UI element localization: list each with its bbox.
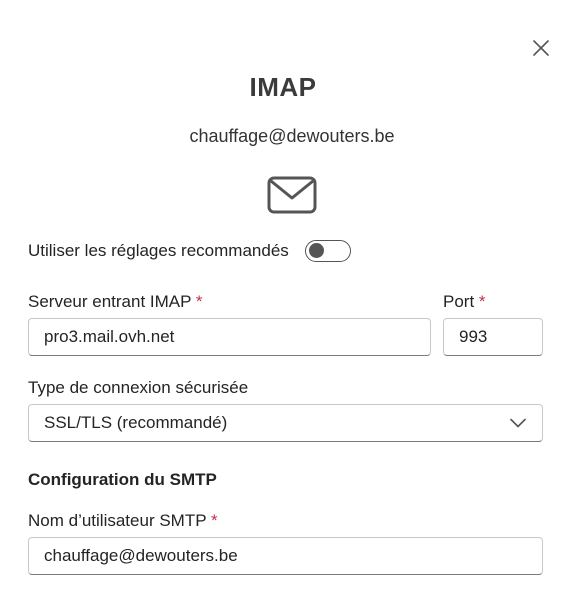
incoming-server-label: Serveur entrant IMAP * [28,292,203,312]
port-value: 993 [459,327,488,346]
toggle-knob [308,243,324,258]
recommended-settings-toggle[interactable] [304,240,351,262]
smtp-section-title: Configuration du SMTP [28,470,217,489]
port-label-text: Port [443,292,475,311]
account-email: chauffage@dewouters.be [189,126,395,146]
security-type-select[interactable]: SSL/TLS (recommandé) [28,404,543,442]
smtp-username-value: chauffage@dewouters.be [44,546,238,565]
required-mark: * [210,511,218,530]
smtp-username-label: Nom d’utilisateur SMTP * [28,511,218,531]
required-mark: * [195,292,203,311]
mail-envelope-icon [267,176,317,214]
incoming-server-value: pro3.mail.ovh.net [44,327,175,346]
port-input[interactable]: 993 [443,318,543,356]
required-mark: * [478,292,486,311]
chevron-down-icon [510,418,526,428]
dialog-title: IMAP [249,72,317,102]
incoming-server-label-text: Serveur entrant IMAP [28,292,192,311]
smtp-username-label-text: Nom d’utilisateur SMTP [28,511,207,530]
security-type-label: Type de connexion sécurisée [28,378,249,397]
close-button[interactable] [530,37,552,59]
incoming-server-input[interactable]: pro3.mail.ovh.net [28,318,431,356]
smtp-username-input[interactable]: chauffage@dewouters.be [28,537,543,575]
close-icon [533,40,549,56]
port-label: Port * [443,292,486,312]
recommended-settings-label: Utiliser les réglages recommandés [28,241,289,260]
recommended-settings-row: Utiliser les réglages recommandés [28,237,351,265]
security-type-value: SSL/TLS (recommandé) [44,413,228,432]
imap-settings-dialog: IMAP chauffage@dewouters.be Utiliser les… [0,0,566,590]
